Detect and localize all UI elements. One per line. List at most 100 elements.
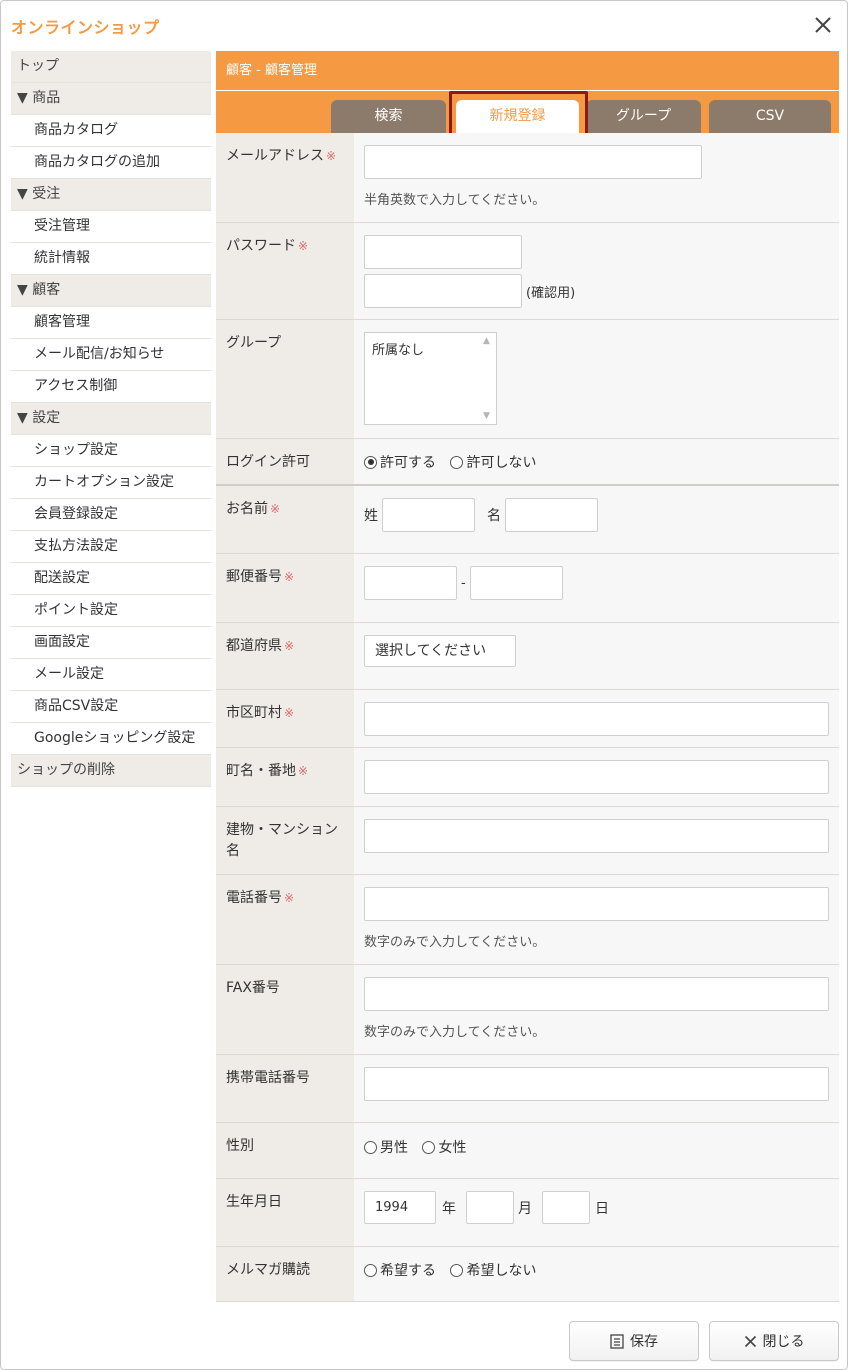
email-hint: 半角英数で入力してください。: [364, 193, 546, 208]
fax-field[interactable]: [364, 977, 829, 1011]
newsletter-no-radio[interactable]: 希望しない: [450, 1260, 536, 1280]
newsletter-label: メルマガ購読: [216, 1247, 354, 1301]
sidebar-item-top[interactable]: トップ: [11, 51, 211, 83]
phone-field[interactable]: [364, 887, 829, 921]
sidebar-item-shipping[interactable]: 配送設定: [11, 563, 211, 595]
row-login: ログイン許可 許可する 許可しない: [216, 439, 839, 486]
row-prefecture: 都道府県 ※ 選択してください: [216, 623, 839, 690]
tab-group[interactable]: グループ: [586, 100, 701, 133]
row-fax: FAX番号 数字のみで入力してください。: [216, 965, 839, 1055]
mobile-field[interactable]: [364, 1067, 829, 1101]
sidebar-item-product-csv[interactable]: 商品CSV設定: [11, 691, 211, 723]
postal-code-2-field[interactable]: [469, 566, 563, 600]
radio-selected-icon: [364, 455, 377, 469]
sidebar-section-customers[interactable]: ▼ 顧客: [11, 275, 211, 307]
row-gender: 性別 男性 女性: [216, 1123, 839, 1179]
tab-new-registration[interactable]: 新規登録: [456, 100, 579, 133]
sidebar-item-shop-settings[interactable]: ショップ設定: [11, 435, 211, 467]
sidebar-item-member-registration[interactable]: 会員登録設定: [11, 499, 211, 531]
gender-female-radio[interactable]: 女性: [422, 1137, 466, 1157]
tab-csv[interactable]: CSV: [709, 100, 831, 133]
password-field[interactable]: [364, 235, 522, 269]
sidebar-item-mail-settings[interactable]: メール設定: [11, 659, 211, 691]
first-name-field[interactable]: [505, 498, 598, 532]
fax-label: FAX番号: [216, 965, 354, 1054]
required-mark: ※: [270, 502, 281, 516]
sidebar-item-mail-delivery[interactable]: メール配信/お知らせ: [11, 339, 211, 371]
email-label: メールアドレス: [226, 148, 324, 164]
login-deny-radio[interactable]: 許可しない: [450, 452, 536, 472]
row-email: メールアドレス ※ 半角英数で入力してください。: [216, 133, 839, 223]
first-name-label: 名: [487, 508, 501, 524]
close-icon[interactable]: [811, 13, 835, 37]
required-mark: ※: [284, 706, 295, 720]
scroll-up-icon[interactable]: ▲: [483, 336, 493, 346]
gender-label: 性別: [216, 1123, 354, 1178]
gender-male-radio[interactable]: 男性: [364, 1137, 408, 1157]
sidebar-item-google-shopping[interactable]: Googleショッピング設定: [11, 723, 211, 755]
prefecture-select[interactable]: 選択してください: [364, 635, 516, 667]
row-birthday: 生年月日 1994 年 月 日: [216, 1179, 839, 1247]
row-postal: 郵便番号 ※ -: [216, 554, 839, 623]
mobile-label: 携帯電話番号: [216, 1055, 354, 1122]
birth-year-field[interactable]: 1994: [364, 1191, 436, 1224]
postal-separator: -: [461, 575, 466, 591]
save-button[interactable]: 保存: [569, 1321, 699, 1361]
birth-day-field[interactable]: [542, 1191, 590, 1224]
sidebar-item-cart-options[interactable]: カートオプション設定: [11, 467, 211, 499]
radio-icon: [422, 1140, 436, 1154]
close-button-label: 閉じる: [762, 1334, 805, 1350]
month-unit-label: 月: [518, 1200, 532, 1217]
sidebar-section-settings[interactable]: ▼ 設定: [11, 403, 211, 435]
city-field[interactable]: [364, 702, 829, 736]
sidebar-item-customer-management[interactable]: 顧客管理: [11, 307, 211, 339]
row-building: 建物・マンション名: [216, 807, 839, 875]
required-mark: ※: [284, 570, 295, 584]
password-confirm-field[interactable]: [364, 274, 522, 308]
login-allow-radio[interactable]: 許可する: [364, 452, 436, 472]
sidebar-item-points[interactable]: ポイント設定: [11, 595, 211, 627]
postal-label: 郵便番号: [226, 569, 282, 585]
page-title: 顧客 - 顧客管理: [216, 51, 839, 91]
radio-icon: [364, 1140, 377, 1154]
postal-code-1-field[interactable]: [364, 566, 457, 600]
sidebar-section-products[interactable]: ▼ 商品: [11, 83, 211, 115]
row-mobile: 携帯電話番号: [216, 1055, 839, 1123]
birth-month-field[interactable]: [466, 1191, 514, 1224]
required-mark: ※: [284, 639, 295, 653]
row-phone: 電話番号 ※ 数字のみで入力してください。: [216, 875, 839, 965]
city-label: 市区町村: [226, 705, 282, 721]
group-label: グループ: [216, 320, 354, 438]
radio-icon: [364, 1263, 377, 1277]
save-icon: [610, 1333, 624, 1349]
sidebar-item-product-catalog[interactable]: 商品カタログ: [11, 115, 211, 147]
sidebar-item-order-management[interactable]: 受注管理: [11, 211, 211, 243]
street-label: 町名・番地: [226, 763, 296, 779]
tab-bar: 検索 新規登録 グループ CSV: [216, 91, 839, 137]
last-name-field[interactable]: [382, 498, 475, 532]
password-label: パスワード: [226, 238, 296, 254]
tab-search[interactable]: 検索: [331, 100, 446, 133]
prefecture-label: 都道府県: [226, 638, 282, 654]
sidebar-item-screen-settings[interactable]: 画面設定: [11, 627, 211, 659]
group-listbox[interactable]: 所属なし ▲ ▼: [364, 332, 497, 425]
fax-hint: 数字のみで入力してください。: [364, 1025, 546, 1040]
sidebar-item-statistics[interactable]: 統計情報: [11, 243, 211, 275]
close-button[interactable]: 閉じる: [709, 1321, 839, 1361]
sidebar-section-orders[interactable]: ▼ 受注: [11, 179, 211, 211]
sidebar-item-payment-methods[interactable]: 支払方法設定: [11, 531, 211, 563]
street-field[interactable]: [364, 760, 829, 794]
required-mark: ※: [326, 149, 337, 163]
sidebar-item-delete-shop[interactable]: ショップの削除: [11, 755, 211, 787]
newsletter-yes-radio[interactable]: 希望する: [364, 1260, 436, 1280]
group-option[interactable]: 所属なし: [372, 343, 424, 358]
sidebar-item-add-product[interactable]: 商品カタログの追加: [11, 147, 211, 179]
scroll-down-icon[interactable]: ▼: [483, 411, 493, 421]
required-mark: ※: [298, 764, 309, 778]
year-unit-label: 年: [442, 1200, 456, 1217]
email-field[interactable]: [364, 145, 702, 179]
building-field[interactable]: [364, 819, 829, 853]
sidebar-item-access-control[interactable]: アクセス制御: [11, 371, 211, 403]
required-mark: ※: [284, 891, 295, 905]
phone-hint: 数字のみで入力してください。: [364, 935, 546, 950]
